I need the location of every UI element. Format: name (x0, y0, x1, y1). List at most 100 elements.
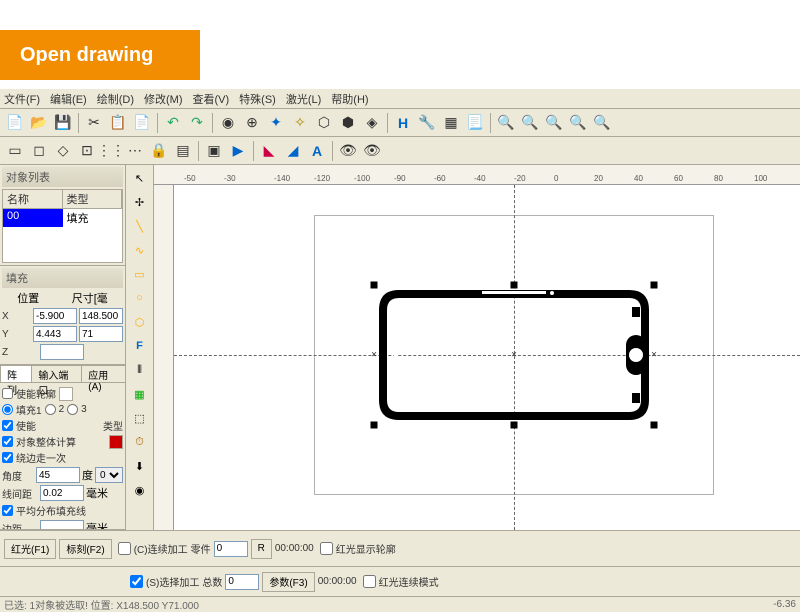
dots2-icon[interactable]: ⋯ (124, 140, 146, 162)
node3-icon[interactable]: ✦ (265, 112, 287, 134)
fill1-radio[interactable] (2, 404, 13, 415)
menu-draw[interactable]: 绘制(D) (97, 91, 134, 107)
shape3-icon[interactable]: ◇ (52, 140, 74, 162)
shape2-icon[interactable]: ◻ (28, 140, 50, 162)
walk-once-chk[interactable]: 绕边走一次 (2, 450, 123, 465)
node5-icon[interactable]: ⬡ (313, 112, 335, 134)
menu-laser[interactable]: 激光(L) (286, 91, 321, 107)
tab-array[interactable]: 阵列 (0, 365, 32, 382)
total-input[interactable] (225, 574, 259, 590)
undo-icon[interactable]: ↶ (162, 112, 184, 134)
menu-edit[interactable]: 编辑(E) (50, 91, 87, 107)
node6-icon[interactable]: ⬢ (337, 112, 359, 134)
import-icon[interactable]: ⬇ (129, 455, 151, 477)
doc-icon[interactable]: 📃 (464, 112, 486, 134)
menu-help[interactable]: 帮助(H) (331, 91, 368, 107)
list-row[interactable]: 00 填充 (3, 209, 122, 227)
copy-icon[interactable]: 📋 (107, 112, 129, 134)
linedist-input[interactable] (40, 485, 84, 501)
zoom4-icon[interactable]: 🔍 (567, 112, 589, 134)
parts-input[interactable] (214, 541, 248, 557)
open-icon[interactable]: 📂 (28, 112, 50, 134)
avg-fill-chk[interactable]: 平均分布填充线 (2, 503, 123, 518)
lock-icon[interactable]: 🔒 (148, 140, 170, 162)
param-button[interactable]: 参数(F3) (262, 572, 314, 592)
menu-modify[interactable]: 修改(M) (144, 91, 183, 107)
circle-icon[interactable]: ○ (129, 287, 151, 309)
col-type[interactable]: 类型 (63, 190, 123, 208)
zoom3-icon[interactable]: 🔍 (543, 112, 565, 134)
polygon-icon[interactable]: ⬡ (129, 311, 151, 333)
drawing-object[interactable] (374, 285, 654, 425)
a-icon[interactable]: A (306, 140, 328, 162)
canvas[interactable]: × × × (174, 185, 800, 530)
w-input[interactable] (79, 308, 123, 324)
outline-swatch[interactable] (59, 387, 73, 401)
node4-icon[interactable]: ✧ (289, 112, 311, 134)
zoom1-icon[interactable]: 🔍 (495, 112, 517, 134)
tab-apply[interactable]: 应用(A) (81, 365, 126, 382)
save-icon[interactable]: 💾 (52, 112, 74, 134)
red-button[interactable]: 红光(F1) (4, 539, 56, 559)
mark-button[interactable]: 标刻(F2) (59, 539, 111, 559)
paste-icon[interactable]: 📄 (131, 112, 153, 134)
menu-special[interactable]: 特殊(S) (239, 91, 276, 107)
vector-icon[interactable]: ⬚ (129, 407, 151, 429)
redcont-chk[interactable] (363, 575, 376, 588)
list-body[interactable]: 00 填充 (2, 209, 123, 263)
menu-view[interactable]: 查看(V) (193, 91, 230, 107)
rect-icon[interactable]: ▭ (129, 263, 151, 285)
tool-icon[interactable]: 🔧 (416, 112, 438, 134)
r-button[interactable]: R (251, 539, 272, 559)
col-name[interactable]: 名称 (3, 190, 63, 208)
sel-proc-chk[interactable] (130, 575, 143, 588)
enable-outline-chk[interactable]: 使能轮廓 (2, 386, 123, 401)
eye1-icon[interactable]: 👁 (337, 140, 359, 162)
cont-proc-chk[interactable] (118, 542, 131, 555)
spiral-icon[interactable]: ◉ (129, 479, 151, 501)
red-swatch[interactable] (109, 435, 123, 449)
node1-icon[interactable]: ◉ (217, 112, 239, 134)
grid-icon[interactable]: ▦ (440, 112, 462, 134)
mirror2-icon[interactable]: ◢ (282, 140, 304, 162)
eye2-icon[interactable]: 👁 (361, 140, 383, 162)
z-input[interactable] (40, 344, 84, 360)
text-icon[interactable]: F (129, 335, 151, 357)
angle-select[interactable]: 0 (95, 467, 123, 483)
shape1-icon[interactable]: ▭ (4, 140, 26, 162)
fill3-radio[interactable] (67, 404, 78, 415)
whole-calc-chk[interactable]: 对象整体计算 (2, 434, 123, 449)
enable-chk[interactable]: 使能类型 (2, 418, 123, 433)
node2-icon[interactable]: ⊕ (241, 112, 263, 134)
h-icon[interactable]: H (392, 112, 414, 134)
line-icon[interactable]: ╲ (129, 215, 151, 237)
cut-icon[interactable]: ✂ (83, 112, 105, 134)
tab-port[interactable]: 输入端口 (31, 365, 82, 382)
redout-chk[interactable] (320, 542, 333, 555)
curve-icon[interactable]: ∿ (129, 239, 151, 261)
margin-input[interactable] (40, 520, 84, 530)
node7-icon[interactable]: ◈ (361, 112, 383, 134)
new-icon[interactable]: 📄 (4, 112, 26, 134)
angle-input[interactable] (36, 467, 80, 483)
timer-icon[interactable]: ⏱ (129, 431, 151, 453)
zoom2-icon[interactable]: 🔍 (519, 112, 541, 134)
redo-icon[interactable]: ↷ (186, 112, 208, 134)
y-input[interactable] (33, 326, 77, 342)
x-input[interactable] (33, 308, 77, 324)
select-icon[interactable]: ↖ (129, 167, 151, 189)
h-input[interactable] (79, 326, 123, 342)
dots1-icon[interactable]: ⋮⋮ (100, 140, 122, 162)
b2-icon[interactable]: ▶ (227, 140, 249, 162)
layer-icon[interactable]: ▤ (172, 140, 194, 162)
fill2-radio[interactable] (45, 404, 56, 415)
node-edit-icon[interactable]: ✢ (129, 191, 151, 213)
menu-file[interactable]: 文件(F) (4, 91, 40, 107)
zoom5-icon[interactable]: 🔍 (591, 112, 613, 134)
image-icon[interactable]: ▦ (129, 383, 151, 405)
mirror1-icon[interactable]: ◣ (258, 140, 280, 162)
shape4-icon[interactable]: ⊡ (76, 140, 98, 162)
barcode-icon[interactable]: ⦀ (129, 359, 151, 381)
v-ruler (154, 185, 174, 530)
b1-icon[interactable]: ▣ (203, 140, 225, 162)
